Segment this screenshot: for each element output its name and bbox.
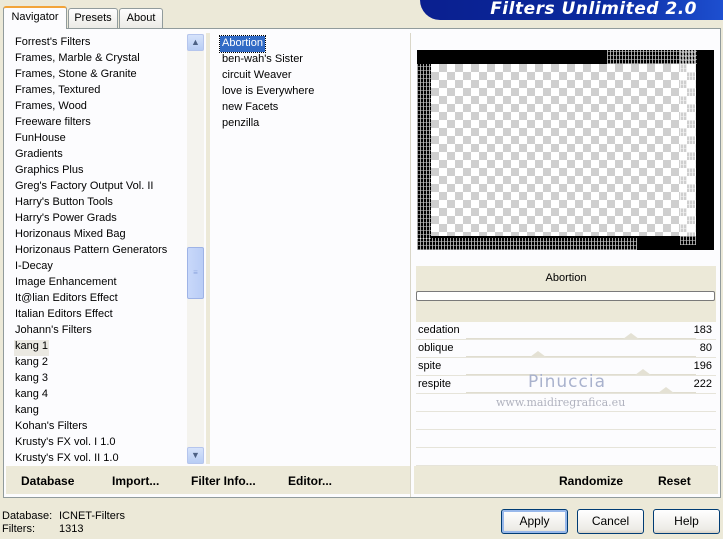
category-item[interactable]: Horizonaus Pattern Generators	[14, 244, 168, 260]
right-toolbar: Randomize Reset	[414, 466, 718, 494]
editor-button[interactable]: Editor...	[288, 474, 332, 488]
watermark-name: Pinuccia	[528, 372, 606, 392]
list-divider[interactable]	[206, 33, 210, 464]
filter-item[interactable]: circuit Weaver	[220, 68, 293, 84]
category-item[interactable]: Frames, Wood	[14, 100, 88, 116]
category-item[interactable]: It@lian Editors Effect	[14, 292, 119, 308]
empty-param-row	[416, 448, 716, 466]
category-item[interactable]: I-Decay	[14, 260, 54, 276]
category-item[interactable]: Harry's Power Grads	[14, 212, 118, 228]
category-item[interactable]: kang 3	[14, 372, 49, 388]
progress-bar	[416, 291, 715, 301]
param-slider-thumb[interactable]	[634, 369, 651, 375]
category-item[interactable]: kang 4	[14, 388, 49, 404]
param-row-1[interactable]: oblique 80	[416, 340, 716, 358]
category-item[interactable]: FunHouse	[14, 132, 67, 148]
chevron-up-icon: ▲	[191, 37, 200, 47]
randomize-button[interactable]: Randomize	[559, 474, 623, 488]
empty-param-row	[416, 430, 716, 448]
import-button[interactable]: Import...	[112, 474, 159, 488]
tab-navigator[interactable]: Navigator	[3, 6, 67, 29]
param-name: cedation	[418, 324, 460, 336]
left-toolbar: Database Import... Filter Info... Editor…	[6, 466, 410, 494]
category-item[interactable]: Krusty's FX vol. II 1.0	[14, 452, 120, 464]
category-item[interactable]: Johann's Filters	[14, 324, 93, 340]
param-name: spite	[418, 360, 442, 372]
scroll-down-button[interactable]: ▼	[187, 447, 204, 464]
preview-edge-top	[607, 50, 697, 64]
parameter-list: cedation 183 oblique 80 spite 196 respite 222	[416, 322, 716, 466]
category-list[interactable]: Forrest's Filters Frames, Marble & Crysta…	[6, 36, 186, 464]
param-name: respite	[418, 378, 452, 390]
grip-icon: ≡	[193, 268, 198, 277]
header-banner: Filters Unlimited 2.0	[420, 0, 723, 20]
cancel-button[interactable]: Cancel	[577, 509, 644, 534]
tab-presets[interactable]: Presets	[68, 8, 118, 28]
database-value: ICNET-Filters	[59, 510, 125, 522]
category-scrollbar[interactable]: ▲ ≡ ▼	[187, 34, 204, 464]
param-slider-thumb[interactable]	[530, 351, 547, 357]
category-item[interactable]: kang 1	[14, 340, 50, 356]
app-title: Filters Unlimited 2.0	[490, 0, 697, 19]
category-item[interactable]: Krusty's FX vol. I 1.0	[14, 436, 117, 452]
filter-item[interactable]: penzilla	[220, 116, 261, 132]
category-item[interactable]: Forrest's Filters	[14, 36, 91, 52]
selected-filter-name: Abortion	[545, 272, 587, 284]
preview-transparency	[431, 64, 696, 236]
category-item[interactable]: Frames, Stone & Granite	[14, 68, 138, 84]
category-item[interactable]: Italian Editors Effect	[14, 308, 114, 324]
database-button[interactable]: Database	[21, 474, 74, 488]
filters-label: Filters:	[2, 523, 35, 535]
category-item[interactable]: Image Enhancement	[14, 276, 118, 292]
filter-info-button[interactable]: Filter Info...	[191, 474, 256, 488]
watermark-url: www.maidiregrafica.eu	[496, 396, 626, 409]
category-item[interactable]: kang 2	[14, 356, 49, 372]
filters-count: 1313	[59, 523, 84, 535]
category-item[interactable]: Horizonaus Mixed Bag	[14, 228, 127, 244]
category-item[interactable]: Frames, Marble & Crystal	[14, 52, 141, 68]
category-item[interactable]: Freeware filters	[14, 116, 92, 132]
param-name: oblique	[418, 342, 454, 354]
scroll-thumb[interactable]: ≡	[187, 247, 204, 299]
param-value: 196	[693, 360, 712, 372]
filter-item[interactable]: Abortion	[219, 35, 266, 53]
preview-image	[417, 50, 714, 250]
category-item[interactable]: Kohan's Filters	[14, 420, 88, 436]
filter-list[interactable]: Abortion ben-wah's Sister circuit Weaver lo…	[212, 34, 408, 464]
param-slider-track[interactable]	[466, 338, 696, 339]
empty-param-row	[416, 412, 716, 430]
category-item[interactable]: Frames, Textured	[14, 84, 101, 100]
filter-item[interactable]: ben-wah's Sister	[220, 52, 305, 68]
reset-button[interactable]: Reset	[658, 474, 691, 488]
param-value: 80	[699, 342, 712, 354]
category-item[interactable]: kang	[14, 404, 40, 420]
category-item[interactable]: Gradients	[14, 148, 64, 164]
tab-about[interactable]: About	[119, 8, 163, 28]
filter-item[interactable]: love is Everywhere	[220, 84, 316, 100]
category-item[interactable]: Graphics Plus	[14, 164, 84, 180]
scroll-up-button[interactable]: ▲	[187, 34, 204, 51]
param-value: 222	[693, 378, 712, 390]
category-item[interactable]: Greg's Factory Output Vol. II	[14, 180, 154, 196]
param-row-0[interactable]: cedation 183	[416, 322, 716, 340]
chevron-down-icon: ▼	[191, 450, 200, 460]
param-value: 183	[693, 324, 712, 336]
database-label: Database:	[2, 510, 53, 522]
param-slider-track[interactable]	[466, 356, 696, 357]
category-item[interactable]: Harry's Button Tools	[14, 196, 114, 212]
help-button[interactable]: Help	[653, 509, 720, 534]
preview-edge-left	[417, 64, 431, 239]
preview-edge-bottom	[417, 238, 637, 250]
apply-button[interactable]: Apply	[501, 509, 568, 534]
preview-edge-right	[680, 50, 696, 245]
param-slider-thumb[interactable]	[658, 387, 675, 393]
filter-item[interactable]: new Facets	[220, 100, 280, 116]
param-slider-thumb[interactable]	[623, 333, 640, 339]
